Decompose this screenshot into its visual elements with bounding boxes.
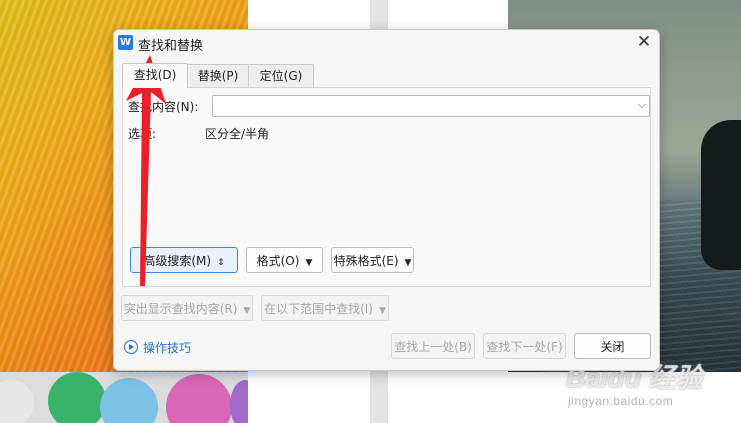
options-value: 区分全/半角	[205, 127, 270, 141]
dropdown-arrow-icon: ▼	[378, 306, 386, 316]
tab-find[interactable]: 查找(D)	[122, 63, 188, 88]
close-icon[interactable]: ✕	[634, 32, 654, 52]
play-circle-icon	[124, 340, 138, 354]
format-label: 格式(O)	[256, 254, 300, 268]
find-in-range-label: 在以下范围中查找(I)	[264, 302, 373, 316]
tab-goto[interactable]: 定位(G)	[248, 64, 314, 87]
find-replace-dialog: W 查找和替换 ✕ 查找(D) 替换(P) 定位(G) 查找内容(N): ⌵ 选…	[113, 29, 660, 371]
dropdown-arrow-icon: ▼	[404, 258, 412, 268]
options-label: 选项:	[128, 127, 157, 141]
tips-link[interactable]: 操作技巧	[124, 339, 191, 356]
dropdown-arrow-icon: ▼	[243, 306, 251, 316]
find-content-label: 查找内容(N):	[128, 100, 199, 114]
advanced-search-label: 高级搜索(M)	[143, 254, 212, 268]
dropdown-arrow-icon: ▼	[305, 258, 313, 268]
chevron-down-icon[interactable]: ⌵	[638, 98, 646, 112]
highlight-results-button[interactable]: 突出显示查找内容(R) ▼	[121, 295, 253, 321]
find-in-range-button[interactable]: 在以下范围中查找(I) ▼	[261, 295, 389, 321]
special-format-label: 特殊格式(E)	[333, 254, 399, 268]
tips-link-label: 操作技巧	[143, 341, 192, 355]
double-chevron-icon: ⇕	[217, 258, 225, 268]
background-buttons-photo	[0, 372, 248, 423]
watermark-url: jingyan.baidu.com	[568, 394, 674, 408]
find-tab-panel: 查找内容(N): ⌵ 选项: 区分全/半角 高级搜索(M) ⇕ 格式(O) ▼ 特殊…	[122, 87, 651, 287]
tab-replace[interactable]: 替换(P)	[186, 64, 250, 87]
find-content-input[interactable]: ⌵	[212, 95, 650, 117]
find-previous-button[interactable]: 查找上一处(B)	[391, 333, 475, 359]
special-format-button[interactable]: 特殊格式(E) ▼	[331, 247, 414, 273]
dialog-title: 查找和替换	[138, 39, 204, 54]
advanced-search-button[interactable]: 高级搜索(M) ⇕	[130, 247, 238, 273]
close-button[interactable]: 关闭	[574, 333, 651, 359]
wps-writer-icon: W	[118, 35, 133, 50]
dialog-titlebar[interactable]: W 查找和替换 ✕	[114, 30, 659, 56]
format-button[interactable]: 格式(O) ▼	[246, 247, 323, 273]
person-silhouette	[701, 120, 741, 270]
highlight-results-label: 突出显示查找内容(R)	[123, 302, 238, 316]
find-next-button[interactable]: 查找下一处(F)	[483, 333, 566, 359]
